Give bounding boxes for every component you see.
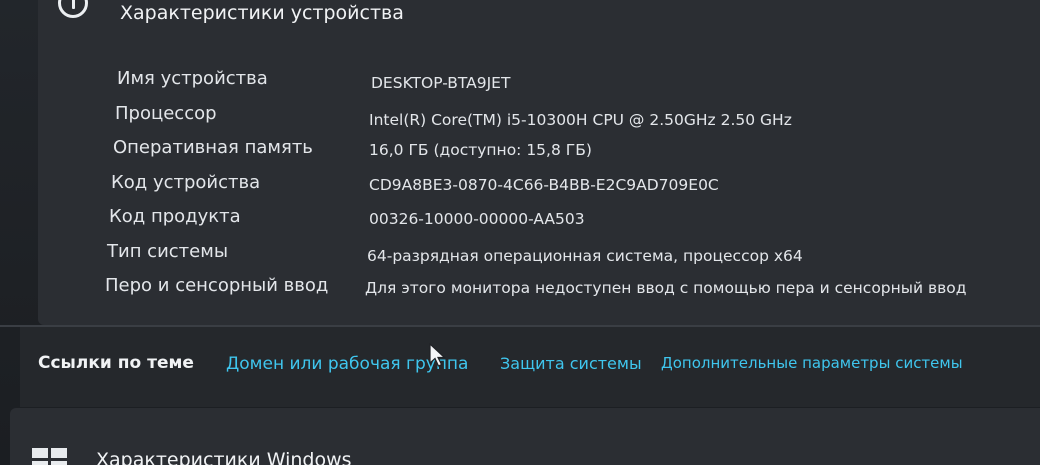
windows-logo-icon	[32, 448, 68, 465]
spec-value: DESKTOP-BTA9JET	[371, 74, 511, 92]
spec-value: Для этого монитора недоступен ввод с пом…	[365, 279, 967, 297]
settings-window: Характеристики устройства Имя устройства…	[0, 0, 1040, 465]
spec-value: 00326-10000-00000-AA503	[369, 210, 585, 228]
spec-row-product-id: Код продукта 00326-10000-00000-AA503	[105, 206, 1005, 241]
windows-specs-title: Характеристики Windows	[96, 449, 352, 465]
spec-value: CD9A8BE3-0870-4C66-B4BB-E2C9AD709E0C	[369, 175, 719, 194]
spec-value: 16,0 ГБ (доступно: 15,8 ГБ)	[369, 141, 592, 159]
spec-label: Имя устройства	[117, 68, 268, 89]
spec-label: Код продукта	[109, 206, 241, 227]
mouse-pointer-icon	[429, 343, 447, 367]
spec-label: Код устройства	[111, 171, 261, 193]
device-specs-list: Имя устройства DESKTOP-BTA9JET Процессор…	[105, 68, 1005, 310]
spec-row-device-name: Имя устройства DESKTOP-BTA9JET	[105, 68, 1005, 103]
spec-label: Процессор	[115, 102, 217, 124]
related-links-title: Ссылки по теме	[38, 353, 194, 373]
device-specs-title: Характеристики устройства	[120, 2, 404, 24]
spec-row-device-id: Код устройства CD9A8BE3-0870-4C66-B4BB-E…	[105, 172, 1005, 207]
spec-label: Оперативная память	[113, 137, 313, 158]
spec-value: Intel(R) Core(TM) i5-10300H CPU @ 2.50GH…	[369, 110, 792, 129]
spec-label: Тип системы	[107, 240, 229, 262]
spec-row-pen-touch: Перо и сенсорный ввод Для этого монитора…	[105, 275, 1005, 310]
spec-row-processor: Процессор Intel(R) Core(TM) i5-10300H CP…	[105, 103, 1005, 138]
spec-row-system-type: Тип системы 64-разрядная операционная си…	[105, 241, 1005, 276]
spec-label: Перо и сенсорный ввод	[105, 275, 329, 296]
system-protection-link[interactable]: Защита системы	[500, 354, 642, 373]
advanced-system-settings-link[interactable]: Дополнительные параметры системы	[661, 354, 963, 372]
spec-row-ram: Оперативная память 16,0 ГБ (доступно: 15…	[105, 137, 1005, 172]
spec-value: 64-разрядная операционная система, проце…	[367, 246, 803, 265]
